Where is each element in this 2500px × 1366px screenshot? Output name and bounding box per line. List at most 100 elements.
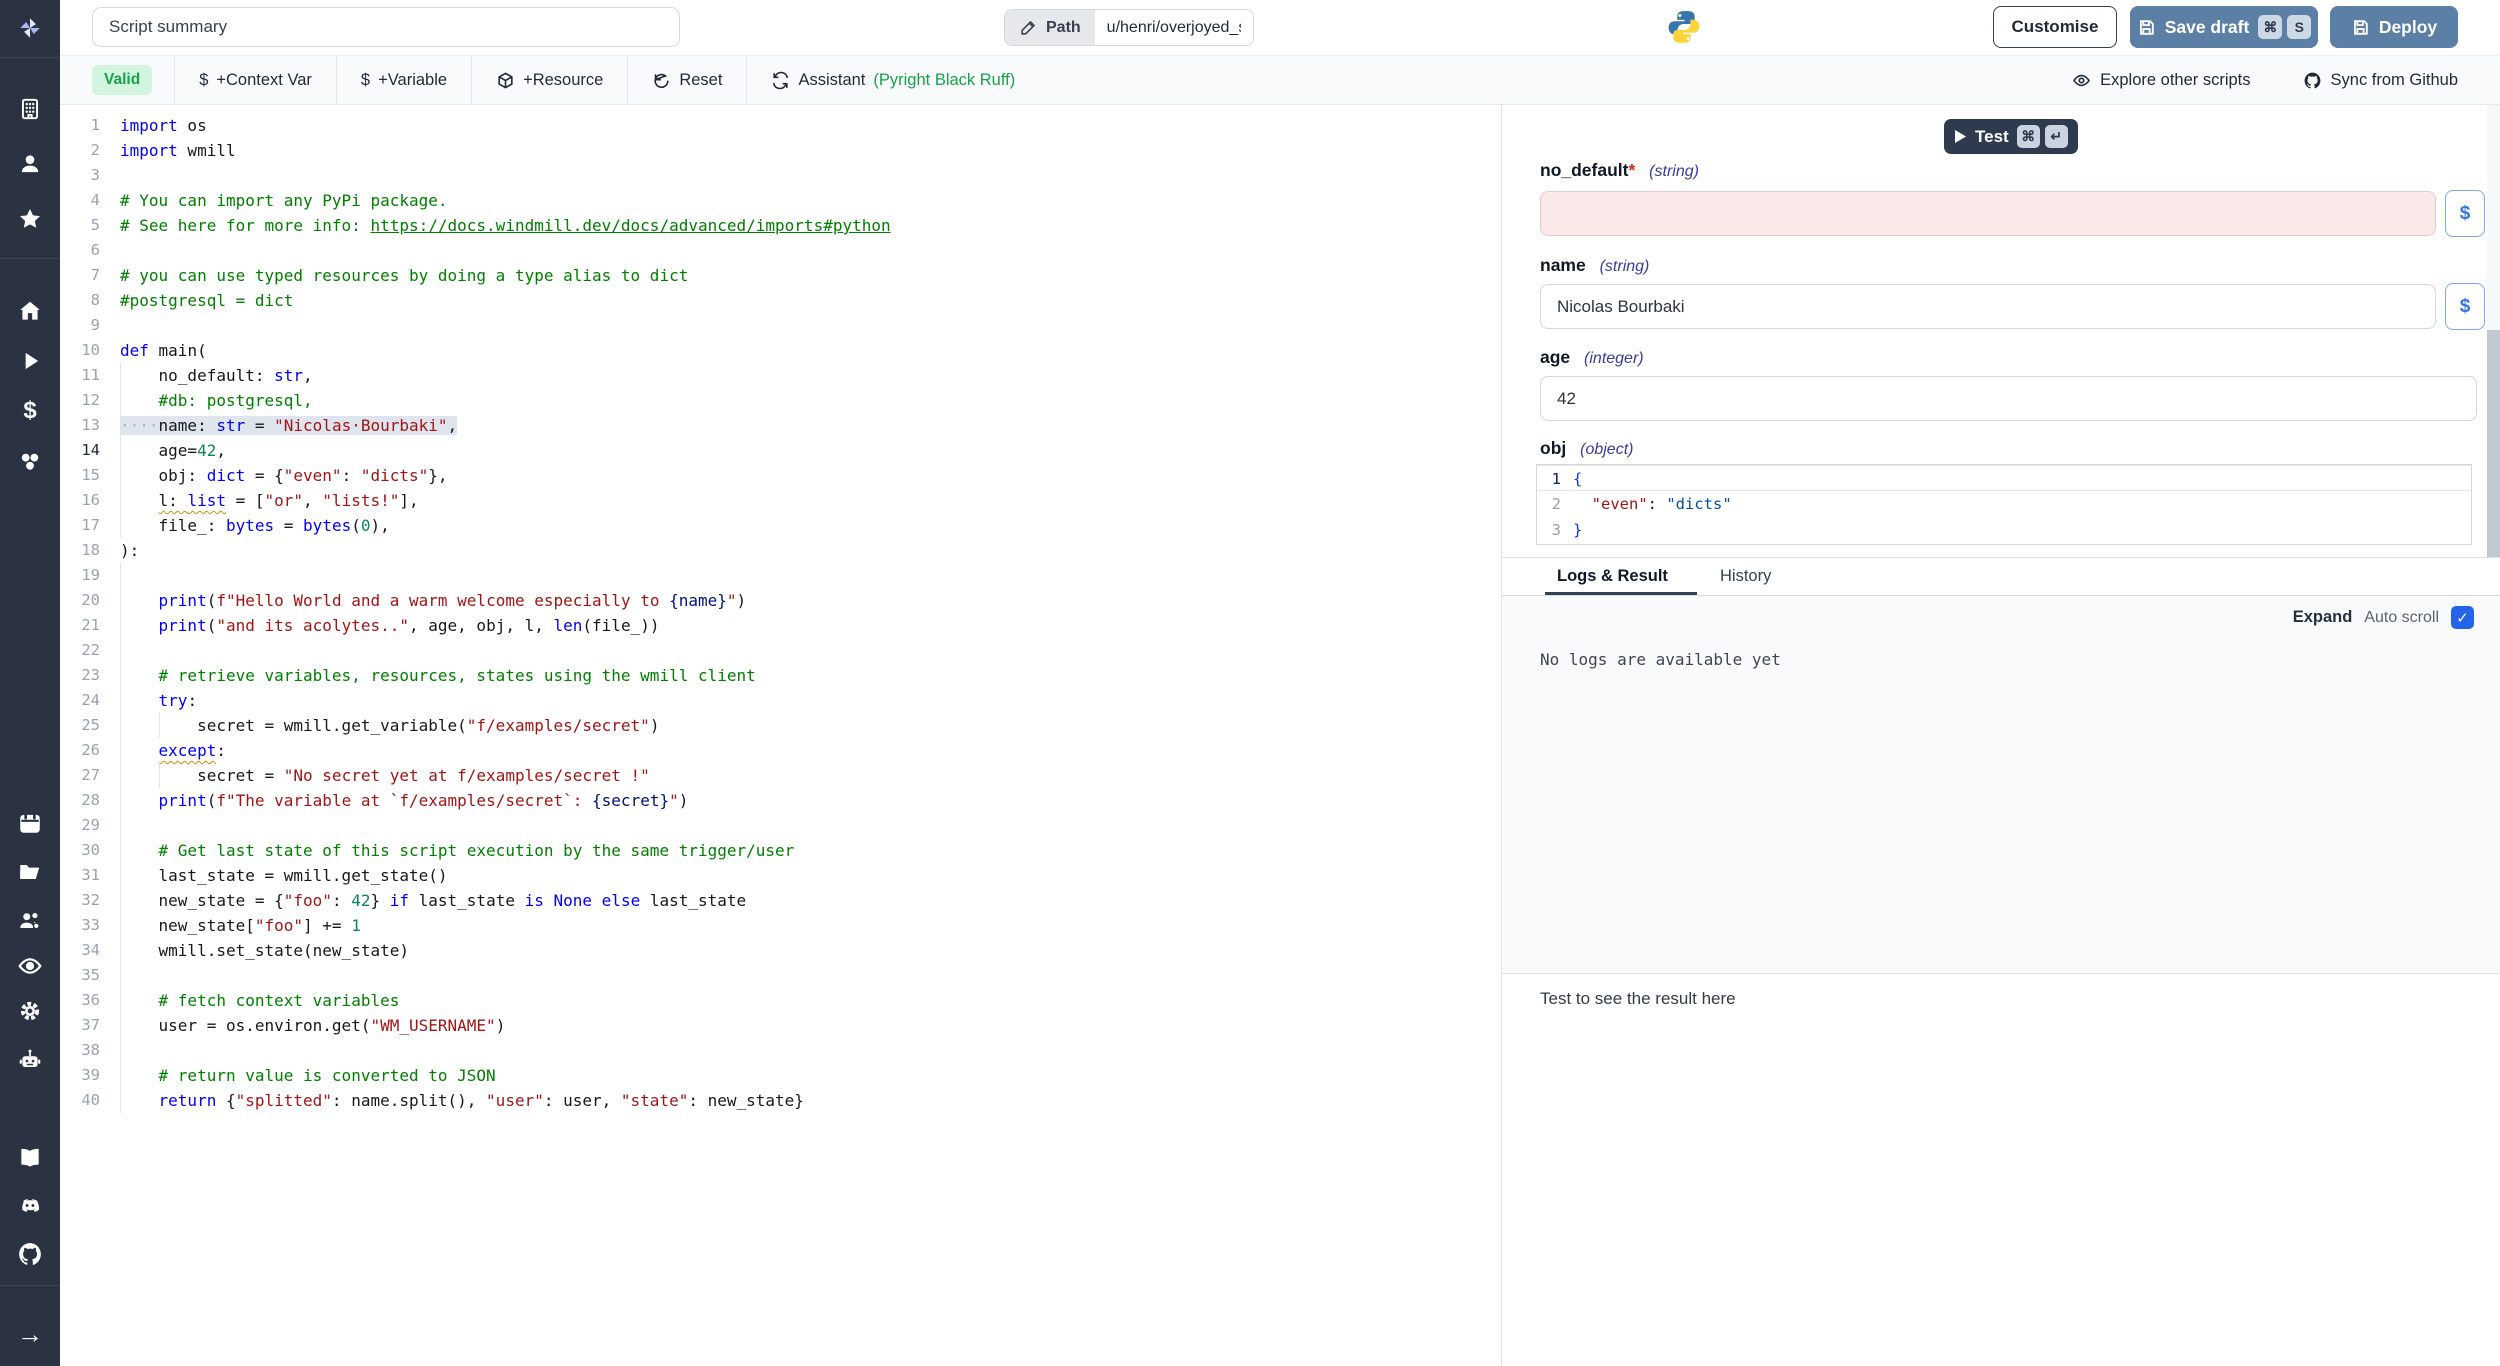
code-line[interactable]: 25 secret = wmill.get_variable("f/exampl… — [60, 713, 1500, 738]
expand-button[interactable]: Expand — [2293, 608, 2353, 627]
variables-dollar-icon[interactable]: $ — [16, 397, 44, 425]
add-variable-button[interactable]: $+Variable — [337, 56, 471, 104]
code-line[interactable]: 31 last_state = wmill.get_state() — [60, 863, 1500, 888]
test-button[interactable]: Test ⌘↵ — [1944, 119, 2078, 154]
line-number: 14 — [60, 438, 100, 463]
code-line[interactable]: 13····name: str = "Nicolas·Bourbaki", — [60, 413, 1500, 438]
windmill-logo-icon[interactable] — [16, 14, 44, 42]
collapse-arrow-icon[interactable]: → — [16, 1320, 44, 1348]
line-number: 2 — [1537, 491, 1573, 517]
code-line[interactable]: 19 — [60, 563, 1500, 588]
code-line[interactable]: 33 new_state["foo"] += 1 — [60, 913, 1500, 938]
resources-cubes-icon[interactable] — [16, 448, 44, 476]
code-line[interactable]: 30 # Get last state of this script execu… — [60, 838, 1500, 863]
runs-play-icon[interactable] — [16, 347, 44, 375]
code-line[interactable]: 35 — [60, 963, 1500, 988]
save-draft-button[interactable]: Save draft ⌘S — [2130, 6, 2318, 48]
settings-gear-icon[interactable] — [16, 997, 44, 1025]
selection-highlight: ····name: str = "Nicolas·Bourbaki", — [120, 416, 457, 435]
reset-button[interactable]: Reset — [628, 56, 746, 104]
no-default-var-picker-button[interactable]: $ — [2445, 190, 2485, 237]
code-line[interactable]: 21 print("and its acolytes..", age, obj,… — [60, 613, 1500, 638]
groups-users-gear-icon[interactable] — [16, 907, 44, 935]
schedules-calendar-icon[interactable] — [16, 809, 44, 837]
code-line[interactable]: 28 print(f"The variable at `f/examples/s… — [60, 788, 1500, 813]
panel-scrollbar[interactable] — [2487, 105, 2500, 557]
folders-icon[interactable] — [16, 858, 44, 886]
workspace-building-icon[interactable] — [16, 95, 44, 123]
json-line[interactable]: 2 "even": "dicts" — [1537, 491, 2471, 517]
code-line[interactable]: 1import os — [60, 113, 1500, 138]
name-input[interactable] — [1540, 284, 2436, 329]
topbar: Path Customise Save draft ⌘S Deploy — [60, 0, 2500, 56]
assistant-button[interactable]: Assistant (Pyright Black Ruff) — [747, 56, 1039, 104]
code-line[interactable]: 8#postgresql = dict — [60, 288, 1500, 313]
line-number: 8 — [60, 288, 100, 313]
panel-scrollbar-thumb[interactable] — [2487, 330, 2500, 557]
user-icon[interactable] — [16, 150, 44, 178]
path-chip[interactable]: Path — [1005, 10, 1095, 45]
line-number: 40 — [60, 1088, 100, 1113]
github-icon[interactable] — [16, 1240, 44, 1268]
code-line[interactable]: 20 print(f"Hello World and a warm welcom… — [60, 588, 1500, 613]
code-line[interactable]: 12 #db: postgresql, — [60, 388, 1500, 413]
code-line[interactable]: 32 new_state = {"foo": 42} if last_state… — [60, 888, 1500, 913]
code-line[interactable]: 14 age=42, — [60, 438, 1500, 463]
ai-robot-icon[interactable] — [16, 1046, 44, 1074]
code-line[interactable]: 3 — [60, 163, 1500, 188]
tab-logs-result[interactable]: Logs & Result — [1557, 567, 1668, 586]
code-line[interactable]: 17 file_: bytes = bytes(0), — [60, 513, 1500, 538]
tab-history[interactable]: History — [1720, 567, 1771, 586]
required-asterisk: * — [1628, 160, 1635, 180]
line-number: 7 — [60, 263, 100, 288]
path-input[interactable] — [1095, 10, 1253, 45]
script-summary-input[interactable] — [92, 7, 680, 47]
code-line[interactable]: 16 l: list = ["or", "lists!"], — [60, 488, 1500, 513]
code-editor[interactable]: 1import os2import wmill34# You can impor… — [60, 105, 1500, 1366]
json-line[interactable]: 1{ — [1537, 465, 2471, 491]
code-line[interactable]: 23 # retrieve variables, resources, stat… — [60, 663, 1500, 688]
code-line[interactable]: 40 return {"splitted": name.split(), "us… — [60, 1088, 1500, 1113]
add-resource-button[interactable]: +Resource — [472, 56, 627, 104]
code-line[interactable]: 6 — [60, 238, 1500, 263]
json-line[interactable]: 3} — [1537, 517, 2471, 543]
autoscroll-checkbox[interactable]: ✓ — [2451, 606, 2474, 629]
code-line[interactable]: 7# you can use typed resources by doing … — [60, 263, 1500, 288]
no-default-input[interactable] — [1540, 191, 2436, 236]
home-icon[interactable] — [16, 297, 44, 325]
age-input[interactable] — [1540, 376, 2477, 421]
autoscroll-label: Auto scroll — [2364, 609, 2439, 627]
obj-json-editor[interactable]: 1{2 "even": "dicts"3} — [1536, 464, 2472, 545]
code-line[interactable]: 27 secret = "No secret yet at f/examples… — [60, 763, 1500, 788]
code-line[interactable]: 24 try: — [60, 688, 1500, 713]
line-number: 32 — [60, 888, 100, 913]
code-line[interactable]: 10def main( — [60, 338, 1500, 363]
code-line[interactable]: 34 wmill.set_state(new_state) — [60, 938, 1500, 963]
docs-book-icon[interactable] — [16, 1144, 44, 1172]
code-line[interactable]: 2import wmill — [60, 138, 1500, 163]
code-line[interactable]: 15 obj: dict = {"even": "dicts"}, — [60, 463, 1500, 488]
code-line[interactable]: 39 # return value is converted to JSON — [60, 1063, 1500, 1088]
add-context-var-button[interactable]: $+Context Var — [175, 56, 336, 104]
name-var-picker-button[interactable]: $ — [2445, 283, 2485, 330]
box-icon — [496, 71, 515, 90]
code-line[interactable]: 38 — [60, 1038, 1500, 1063]
python-language-icon[interactable] — [1665, 8, 1703, 51]
customise-button[interactable]: Customise — [1993, 6, 2117, 48]
explore-other-scripts-link[interactable]: Explore other scripts — [2072, 71, 2250, 90]
code-line[interactable]: 29 — [60, 813, 1500, 838]
sync-from-github-link[interactable]: Sync from Github — [2303, 71, 2458, 90]
deploy-button[interactable]: Deploy — [2330, 6, 2458, 48]
audit-eye-icon[interactable] — [16, 952, 44, 980]
code-line[interactable]: 26 except: — [60, 738, 1500, 763]
code-line[interactable]: 18): — [60, 538, 1500, 563]
discord-icon[interactable] — [16, 1192, 44, 1220]
code-line[interactable]: 22 — [60, 638, 1500, 663]
code-line[interactable]: 9 — [60, 313, 1500, 338]
code-line[interactable]: 36 # fetch context variables — [60, 988, 1500, 1013]
code-line[interactable]: 37 user = os.environ.get("WM_USERNAME") — [60, 1013, 1500, 1038]
favorites-star-icon[interactable] — [16, 205, 44, 233]
code-line[interactable]: 11 no_default: str, — [60, 363, 1500, 388]
code-line[interactable]: 4# You can import any PyPi package. — [60, 188, 1500, 213]
code-line[interactable]: 5# See here for more info: https://docs.… — [60, 213, 1500, 238]
